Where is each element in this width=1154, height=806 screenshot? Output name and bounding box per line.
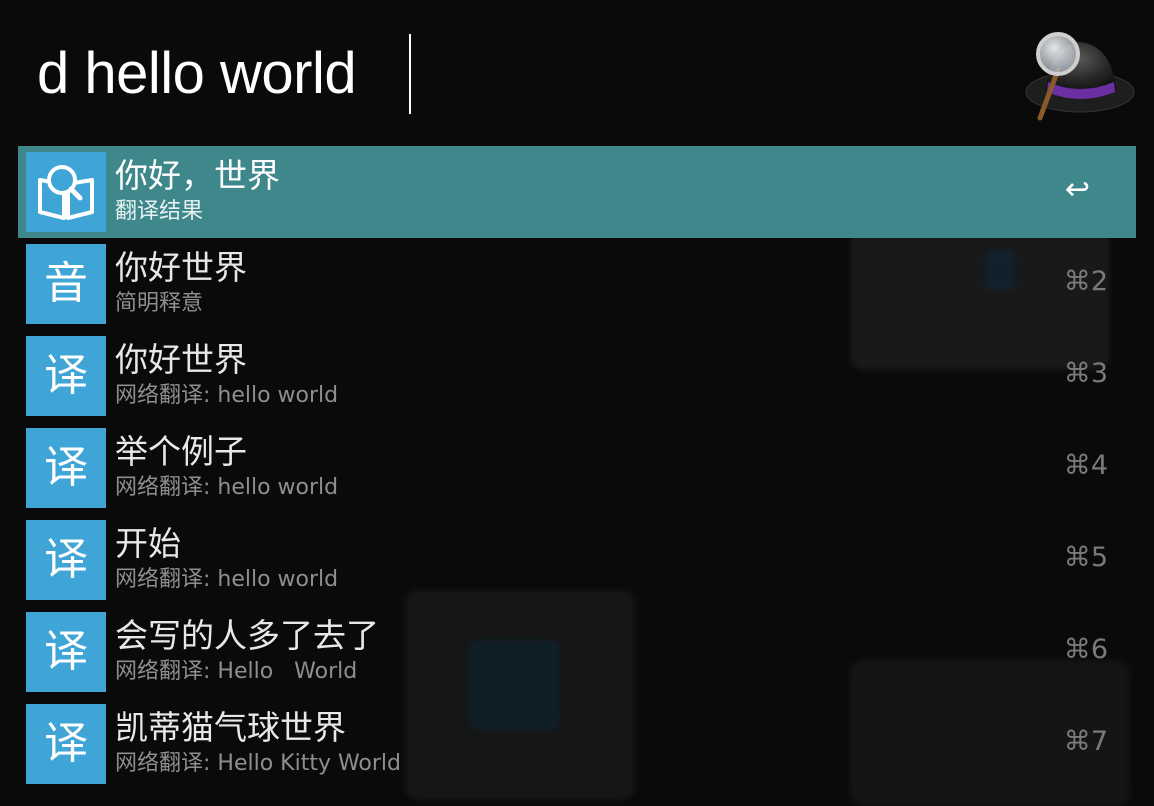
shortcut-hint: ⌘4 [1063, 450, 1108, 481]
pronunciation-glyph: 音 [44, 258, 88, 309]
alfred-window: d hello world 你好，世界 翻译结果 ↩ 音 你好世界 简明释意 ⌘… [0, 0, 1154, 806]
translate-glyph: 译 [44, 350, 88, 401]
shortcut-hint: ⌘7 [1063, 726, 1108, 757]
result-row-5[interactable]: 译 开始 网络翻译: hello world ⌘5 [18, 514, 1136, 606]
result-subtitle: 网络翻译: hello world [115, 475, 339, 500]
alfred-hat-magnifier-icon[interactable] [1018, 26, 1136, 124]
result-subtitle: 网络翻译: hello world [115, 383, 339, 408]
result-title: 你好世界 [115, 340, 247, 379]
translate-icon: 译 [26, 336, 106, 416]
shortcut-hint: ⌘5 [1063, 542, 1108, 573]
result-row-6[interactable]: 译 会写的人多了去了 网络翻译: Hello World ⌘6 [18, 606, 1136, 698]
result-subtitle: 网络翻译: hello world [115, 567, 339, 592]
search-input[interactable]: d hello world [37, 38, 357, 110]
result-row-3[interactable]: 译 你好世界 网络翻译: hello world ⌘3 [18, 330, 1136, 422]
result-title: 凯蒂猫气球世界 [115, 708, 346, 747]
translate-glyph: 译 [44, 626, 88, 677]
shortcut-hint: ⌘6 [1063, 634, 1108, 665]
result-subtitle: 网络翻译: Hello World [115, 659, 358, 684]
result-row-1[interactable]: 你好，世界 翻译结果 ↩ [18, 146, 1136, 238]
translate-icon: 译 [26, 612, 106, 692]
translate-icon: 译 [26, 428, 106, 508]
results-list: 你好，世界 翻译结果 ↩ 音 你好世界 简明释意 ⌘2 译 你好世界 网络翻译:… [18, 146, 1136, 790]
result-row-7[interactable]: 译 凯蒂猫气球世界 网络翻译: Hello Kitty World ⌘7 [18, 698, 1136, 790]
result-subtitle: 简明释意 [115, 291, 204, 316]
result-title: 你好世界 [115, 248, 247, 287]
translate-glyph: 译 [44, 718, 88, 769]
return-key-hint: ↩ [1064, 172, 1090, 207]
translate-glyph: 译 [44, 534, 88, 585]
result-subtitle: 网络翻译: Hello Kitty World [115, 751, 402, 776]
shortcut-hint: ⌘2 [1063, 266, 1108, 297]
search-bar: d hello world [0, 0, 1154, 140]
result-title: 你好，世界 [115, 156, 280, 195]
pronunciation-icon: 音 [26, 244, 106, 324]
shortcut-hint: ⌘3 [1063, 358, 1108, 389]
translate-book-icon [26, 152, 106, 232]
result-row-4[interactable]: 译 举个例子 网络翻译: hello world ⌘4 [18, 422, 1136, 514]
result-row-2[interactable]: 音 你好世界 简明释意 ⌘2 [18, 238, 1136, 330]
translate-icon: 译 [26, 520, 106, 600]
result-title: 举个例子 [115, 432, 247, 471]
translate-icon: 译 [26, 704, 106, 784]
result-title: 开始 [115, 524, 181, 563]
text-caret [409, 34, 411, 114]
result-title: 会写的人多了去了 [115, 616, 379, 655]
translate-glyph: 译 [44, 442, 88, 493]
result-subtitle: 翻译结果 [115, 199, 204, 224]
